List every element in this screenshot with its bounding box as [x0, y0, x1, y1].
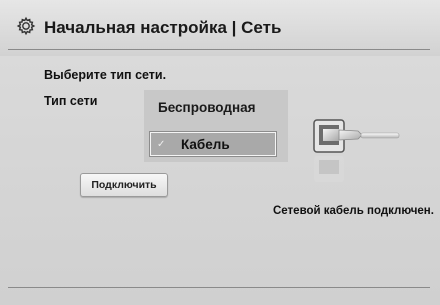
network-type-options: Беспроводная ✓ Кабель — [144, 90, 288, 162]
connection-status: Сетевой кабель подключен. — [273, 205, 434, 217]
checkmark-icon: ✓ — [157, 138, 166, 150]
option-cable-label: Кабель — [181, 136, 230, 152]
connect-button[interactable]: Подключить — [80, 173, 168, 197]
footer-divider — [8, 287, 430, 288]
network-type-prompt: Выберите тип сети. — [44, 68, 167, 82]
ethernet-cable-icon — [313, 119, 400, 182]
page-title: Начальная настройка | Сеть — [44, 18, 282, 37]
header: Начальная настройка | Сеть — [0, 0, 440, 56]
option-cable[interactable]: ✓ Кабель — [150, 132, 276, 156]
header-divider — [8, 49, 430, 50]
network-type-label: Тип сети — [44, 94, 98, 108]
network-setup-screen: Начальная настройка | Сеть Выберите тип … — [0, 0, 440, 305]
option-wireless[interactable]: Беспроводная — [158, 100, 256, 115]
gear-icon — [16, 16, 36, 36]
